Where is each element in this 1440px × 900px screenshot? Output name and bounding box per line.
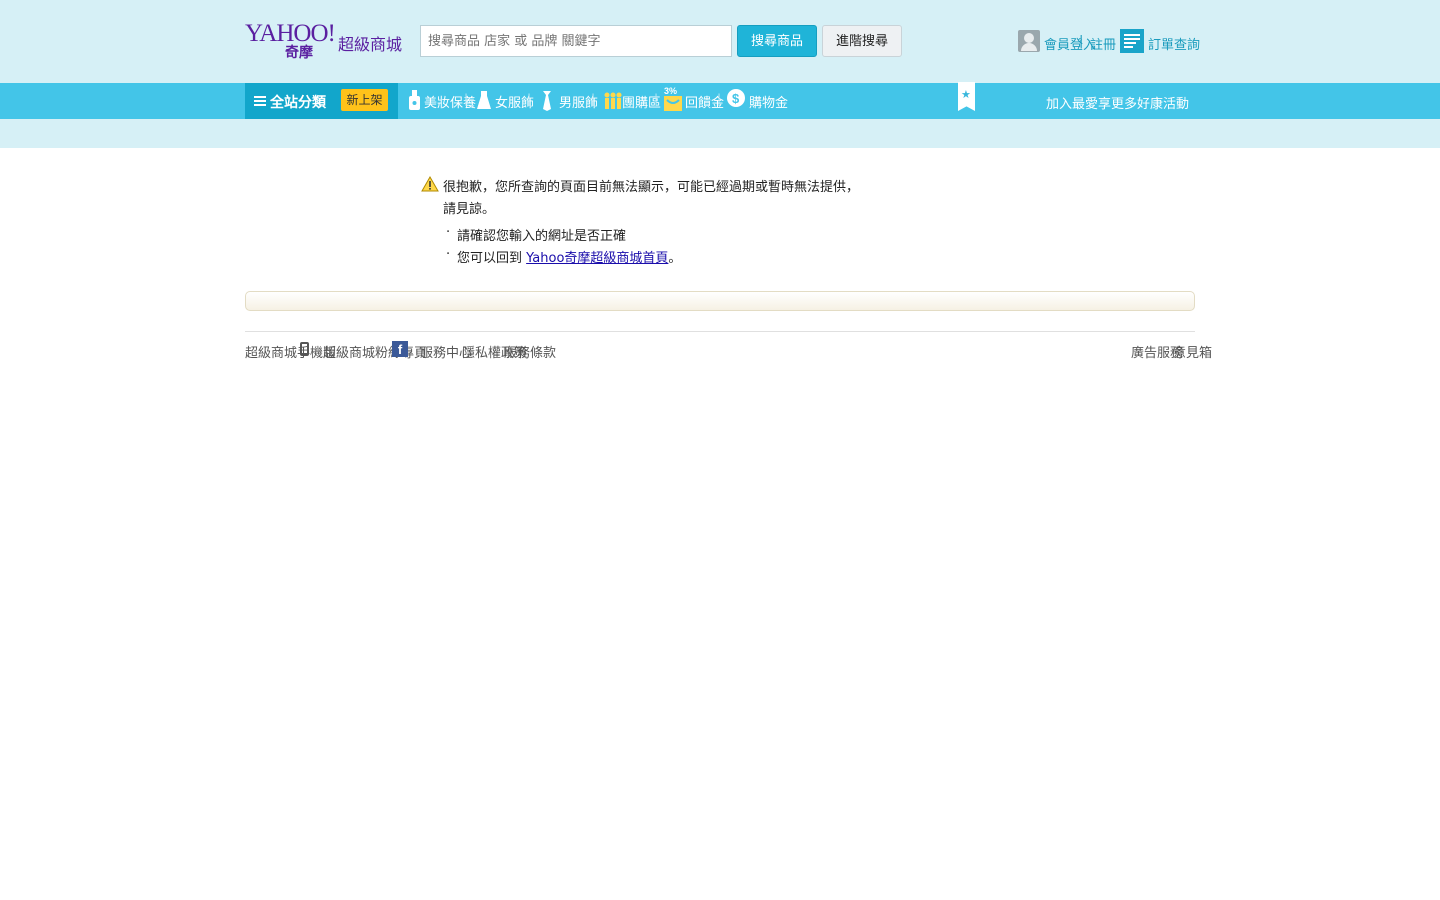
advanced-search-button[interactable]: 進階搜尋 xyxy=(822,25,902,57)
all-categories-label[interactable]: 全站分類 xyxy=(270,92,326,112)
nav-separator: | xyxy=(464,92,469,106)
dollar-icon: $ xyxy=(727,89,745,107)
menu-icon[interactable] xyxy=(254,96,266,106)
bullet: · xyxy=(446,225,451,240)
svg-text:3%: 3% xyxy=(664,86,677,96)
tip-back-home: 您可以回到 Yahoo奇摩超級商城首頁。 xyxy=(457,247,681,266)
tie-icon xyxy=(543,91,551,111)
nav-item-shopping-credit[interactable]: 購物金 xyxy=(749,92,788,111)
account-separator: | xyxy=(1079,34,1084,49)
header-background xyxy=(0,0,1440,148)
favorite-promo-link[interactable]: 加入最愛享更多好康活動 xyxy=(1046,93,1189,112)
content-divider-bar xyxy=(245,291,1195,311)
bullet: · xyxy=(446,247,451,262)
footer-feedback-link[interactable]: 意見箱 xyxy=(1173,342,1212,361)
footer-fanpage-link[interactable]: 超級商城粉絲專頁 xyxy=(323,342,427,361)
dress-icon xyxy=(477,91,491,109)
logo-qimo: 奇摩 xyxy=(285,45,313,61)
percent-bag-icon: 3% xyxy=(664,86,682,111)
footer-terms-link[interactable]: 服務條款 xyxy=(504,342,556,361)
warning-icon xyxy=(421,176,439,192)
error-message-line1: 很抱歉，您所查詢的頁面目前無法顯示，可能已經過期或暫時無法提供， xyxy=(443,180,860,195)
nav-separator: | xyxy=(527,92,532,106)
search-button[interactable]: 搜尋商品 xyxy=(737,25,817,57)
tip-back-home-suffix: 。 xyxy=(668,251,682,266)
svg-text:$: $ xyxy=(732,91,740,106)
tip-back-home-prefix: 您可以回到 xyxy=(457,251,527,266)
tip-check-url: 請確認您輸入的網址是否正確 xyxy=(457,229,627,244)
nav-separator: | xyxy=(717,92,722,106)
order-query-link[interactable]: 訂單查詢 xyxy=(1148,34,1200,53)
footer-divider xyxy=(245,331,1195,332)
yahoo-mall-logo[interactable]: YAHOO! 奇摩 超級商城 xyxy=(245,20,405,62)
search-input[interactable] xyxy=(420,25,732,57)
facebook-icon[interactable]: f xyxy=(392,341,408,357)
register-link[interactable]: 註冊 xyxy=(1090,34,1116,53)
logo-mall-name: 超級商城 xyxy=(338,35,403,54)
user-icon[interactable] xyxy=(1018,30,1040,52)
new-arrivals-badge[interactable]: 新上架 xyxy=(341,89,388,111)
error-message-line2: 請見諒。 xyxy=(443,202,496,217)
phone-icon xyxy=(300,342,309,356)
people-icon xyxy=(604,92,622,109)
nav-item-beauty[interactable]: 美妝保養 xyxy=(424,92,476,111)
order-list-icon[interactable] xyxy=(1120,29,1144,53)
mall-home-link[interactable]: Yahoo奇摩超級商城首頁 xyxy=(526,251,668,266)
nav-separator: | xyxy=(591,92,596,106)
bottle-icon xyxy=(409,90,420,110)
nav-separator: | xyxy=(654,92,659,106)
login-link[interactable]: 會員登入 xyxy=(1044,34,1096,53)
